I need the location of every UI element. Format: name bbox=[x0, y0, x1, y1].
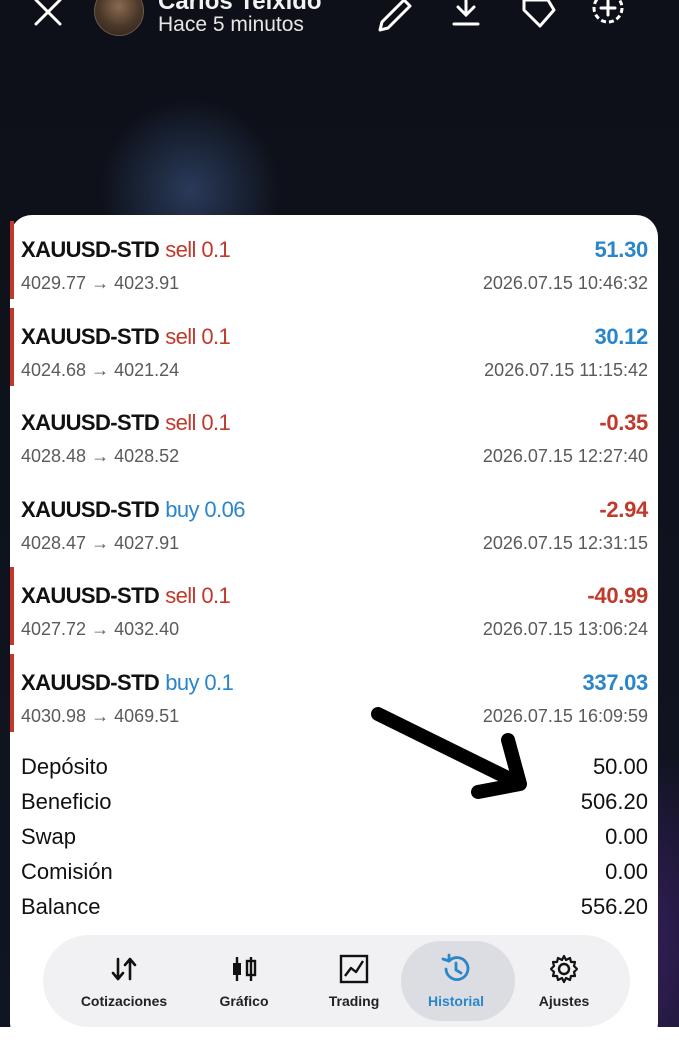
trade-row[interactable]: XAUUSD-STD sell 0.1 -0.35 4028.48 → 4028.52… bbox=[10, 388, 658, 474]
tab-cotizaciones[interactable]: Cotizaciones bbox=[69, 935, 179, 1027]
history-clock-icon bbox=[441, 953, 470, 981]
trade-symbol: XAUUSD-STD sell 0.1 bbox=[21, 583, 231, 609]
symbol-text: XAUUSD-STD bbox=[21, 237, 160, 262]
annotation-arrow bbox=[365, 701, 533, 805]
trade-prices: 4024.68 → 4021.24 bbox=[21, 359, 180, 380]
trade-datetime: 2026.07.15 12:27:40 bbox=[482, 446, 648, 466]
summary-row: Depósito 50.00 bbox=[10, 750, 658, 785]
close-icon[interactable] bbox=[30, 0, 70, 30]
trade-side: buy 0.1 bbox=[165, 669, 234, 695]
trade-side: buy 0.06 bbox=[165, 496, 245, 522]
trade-row[interactable]: XAUUSD-STD sell 0.1 51.30 4029.77 → 4023.91… bbox=[10, 215, 658, 301]
trade-profit: 337.03 bbox=[582, 669, 649, 695]
sort-arrows-icon bbox=[111, 957, 137, 981]
tag-icon[interactable] bbox=[518, 0, 558, 32]
history-panel: XAUUSD-STD sell 0.1 51.30 4029.77 → 4023.91… bbox=[10, 215, 658, 1045]
trade-prices: 4028.47 → 4027.91 bbox=[21, 532, 180, 553]
trade-prices: 4027.72 → 4032.40 bbox=[21, 619, 180, 639]
story-header: Carlos Teixido Hace 5 minutos bbox=[0, 0, 679, 60]
summary-value: 0.00 bbox=[605, 824, 648, 849]
trade-datetime: 2026.07.15 12:31:15 bbox=[482, 532, 648, 553]
tab-trading[interactable]: Trading bbox=[299, 935, 409, 1027]
summary-value: 506.20 bbox=[580, 789, 648, 814]
trade-datetime: 2026.07.15 11:15:42 bbox=[484, 359, 648, 380]
summary-row: Beneficio 506.20 bbox=[10, 785, 658, 820]
trade-datetime: 2026.07.15 13:06:24 bbox=[482, 619, 648, 639]
trade-datetime: 2026.07.15 10:46:32 bbox=[482, 273, 648, 293]
summary-label: Depósito bbox=[21, 754, 108, 779]
trade-symbol: XAUUSD-STD sell 0.1 bbox=[21, 323, 231, 350]
trade-row[interactable]: XAUUSD-STD buy 0.06 -2.94 4028.47 → 4027.91… bbox=[10, 475, 658, 561]
summary-row: Swap 0.00 bbox=[10, 820, 658, 855]
trade-prices: 4030.98 → 4069.51 bbox=[21, 705, 180, 726]
trade-row[interactable]: XAUUSD-STD sell 0.1 30.12 4024.68 → 4021.24… bbox=[10, 302, 658, 388]
avatar[interactable] bbox=[94, 0, 144, 36]
add-circle-icon[interactable] bbox=[588, 0, 628, 32]
trade-side: sell 0.1 bbox=[165, 410, 231, 435]
story-time: Hace 5 minutos bbox=[158, 13, 304, 36]
trade-profit: -2.94 bbox=[599, 496, 648, 522]
trade-profit: -0.35 bbox=[599, 410, 648, 435]
trade-row[interactable]: XAUUSD-STD sell 0.1 -40.99 4027.72 → 4032.4… bbox=[10, 561, 658, 647]
trade-marker bbox=[10, 567, 14, 645]
trade-symbol: XAUUSD-STD sell 0.1 bbox=[21, 237, 231, 263]
trade-symbol: XAUUSD-STD sell 0.1 bbox=[21, 410, 231, 436]
summary-label: Swap bbox=[21, 824, 77, 849]
trade-prices: 4028.48 → 4028.52 bbox=[21, 446, 180, 466]
candlestick-icon bbox=[233, 957, 257, 981]
trade-profit: -40.99 bbox=[587, 583, 648, 608]
summary-label: Comisión bbox=[21, 859, 113, 884]
summary-label: Balance bbox=[21, 894, 101, 919]
summary-row: Balance 556.20 bbox=[10, 890, 658, 925]
trade-marker bbox=[10, 307, 14, 386]
trade-marker bbox=[10, 221, 14, 299]
trade-profit: 30.12 bbox=[594, 323, 648, 349]
gear-icon bbox=[549, 954, 579, 984]
bottom-tab-bar: Cotizaciones Gráfico Trading Historial Ajust… bbox=[43, 935, 630, 1027]
summary-value: 50.00 bbox=[592, 754, 648, 779]
tab-label: Ajustes bbox=[538, 993, 590, 1009]
summary-label: Beneficio bbox=[21, 789, 112, 814]
tab-grfico[interactable]: Gráfico bbox=[189, 935, 299, 1027]
symbol-text: XAUUSD-STD bbox=[21, 583, 160, 608]
download-icon[interactable] bbox=[446, 0, 486, 32]
trade-profit: 51.30 bbox=[594, 237, 648, 262]
trade-side: sell 0.1 bbox=[165, 323, 231, 349]
trade-prices: 4029.77 → 4023.91 bbox=[21, 273, 180, 293]
tab-label: Gráfico bbox=[219, 993, 269, 1009]
trade-row[interactable]: XAUUSD-STD buy 0.1 337.03 4030.98 → 4069.51… bbox=[10, 648, 658, 734]
line-chart-icon bbox=[339, 954, 369, 984]
tab-label: Historial bbox=[427, 993, 484, 1009]
summary-value: 0.00 bbox=[605, 859, 648, 884]
symbol-text: XAUUSD-STD bbox=[21, 496, 160, 522]
tab-historial[interactable]: Historial bbox=[401, 935, 515, 1027]
summary-row: Comisión 0.00 bbox=[10, 855, 658, 890]
symbol-text: XAUUSD-STD bbox=[21, 323, 160, 349]
summary-value: 556.20 bbox=[580, 894, 648, 919]
tab-ajustes[interactable]: Ajustes bbox=[509, 935, 619, 1027]
trade-symbol: XAUUSD-STD buy 0.1 bbox=[21, 669, 234, 696]
trade-side: sell 0.1 bbox=[165, 583, 231, 608]
trade-side: sell 0.1 bbox=[165, 237, 231, 262]
trade-symbol: XAUUSD-STD buy 0.06 bbox=[21, 497, 245, 523]
tab-label: Cotizaciones bbox=[80, 993, 168, 1009]
symbol-text: XAUUSD-STD bbox=[21, 410, 160, 435]
tab-label: Trading bbox=[328, 993, 380, 1009]
pencil-icon[interactable] bbox=[376, 0, 416, 32]
trade-marker bbox=[10, 653, 14, 732]
symbol-text: XAUUSD-STD bbox=[21, 669, 160, 695]
